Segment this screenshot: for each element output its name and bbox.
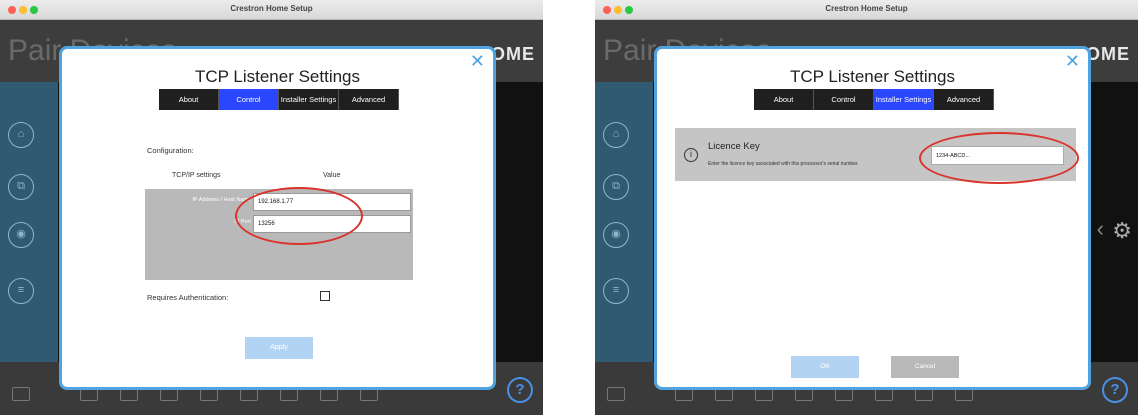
- dialog-tabs: About Control Installer Settings Advance…: [159, 89, 399, 110]
- dialog-tabs: About Control Installer Settings Advance…: [754, 89, 994, 110]
- column-header-value: Value: [323, 172, 341, 179]
- app-window-installer: Crestron Home Setup Pair Devices CRESTRO…: [595, 0, 1138, 415]
- titlebar: Crestron Home Setup: [0, 0, 543, 20]
- ok-button[interactable]: OK: [791, 356, 859, 378]
- licence-key-input[interactable]: 1234-ABCD...: [931, 146, 1064, 165]
- ip-address-label: IP Address / Host Name: [192, 197, 251, 203]
- tab-about[interactable]: About: [159, 89, 219, 110]
- cancel-button[interactable]: Cancel: [891, 356, 959, 378]
- tcp-settings-table: IP Address / Host Name 192.168.1.77 IP P…: [145, 189, 413, 280]
- licence-key-panel: i Licence Key Enter the licence key asso…: [675, 128, 1076, 181]
- ip-port-label: IP Port: [234, 219, 251, 225]
- info-icon: i: [684, 148, 698, 162]
- licence-key-title: Licence Key: [708, 141, 760, 152]
- configuration-label: Configuration:: [147, 146, 194, 155]
- menu-icon[interactable]: [607, 387, 625, 401]
- gear-icon[interactable]: ⚙: [1112, 218, 1132, 244]
- titlebar: Crestron Home Setup: [595, 0, 1138, 20]
- tcp-listener-dialog: ✕ TCP Listener Settings About Control In…: [654, 46, 1091, 390]
- app-window-control: Crestron Home Setup Pair Devices CRESTRO…: [0, 0, 543, 415]
- tab-advanced[interactable]: Advanced: [934, 89, 994, 110]
- tab-control[interactable]: Control: [814, 89, 874, 110]
- sensor-icon[interactable]: ◉: [8, 222, 34, 248]
- list-icon[interactable]: ≡: [8, 278, 34, 304]
- chevron-left-icon[interactable]: ‹: [1097, 216, 1104, 242]
- tab-control[interactable]: Control: [219, 89, 279, 110]
- wifi-device-icon[interactable]: ⌂: [8, 122, 34, 148]
- tab-advanced[interactable]: Advanced: [339, 89, 399, 110]
- tab-installer-settings[interactable]: Installer Settings: [279, 89, 339, 110]
- tab-installer-settings[interactable]: Installer Settings: [874, 89, 934, 110]
- list-icon[interactable]: ≡: [603, 278, 629, 304]
- network-icon[interactable]: ⧉: [603, 174, 629, 200]
- column-header-settings: TCP/IP settings: [172, 172, 221, 179]
- dialog-title: TCP Listener Settings: [194, 67, 361, 86]
- wifi-device-icon[interactable]: ⌂: [603, 122, 629, 148]
- ip-address-input[interactable]: 192.168.1.77: [253, 193, 411, 211]
- licence-key-description: Enter the licence key associated with th…: [708, 161, 859, 167]
- window-title: Crestron Home Setup: [230, 4, 313, 13]
- window-title: Crestron Home Setup: [825, 4, 908, 13]
- tcp-listener-dialog: ✕ TCP Listener Settings About Control In…: [59, 46, 496, 390]
- menu-icon[interactable]: [12, 387, 30, 401]
- screenshot-stage: Crestron Home Setup Pair Devices CRESTRO…: [0, 0, 1138, 415]
- help-button[interactable]: ?: [507, 377, 533, 403]
- sensor-icon[interactable]: ◉: [603, 222, 629, 248]
- tab-about[interactable]: About: [754, 89, 814, 110]
- app-sidebar: ⌂ ⧉ ◉ ≡: [595, 82, 653, 362]
- ip-port-input[interactable]: 13256: [253, 215, 411, 233]
- apply-button[interactable]: Apply: [245, 337, 313, 359]
- help-button[interactable]: ?: [1102, 377, 1128, 403]
- dialog-title: TCP Listener Settings: [789, 67, 956, 86]
- network-icon[interactable]: ⧉: [8, 174, 34, 200]
- requires-auth-label: Requires Authentication:: [147, 293, 229, 302]
- app-sidebar: ⌂ ⧉ ◉ ≡: [0, 82, 58, 362]
- requires-auth-checkbox[interactable]: [320, 291, 330, 301]
